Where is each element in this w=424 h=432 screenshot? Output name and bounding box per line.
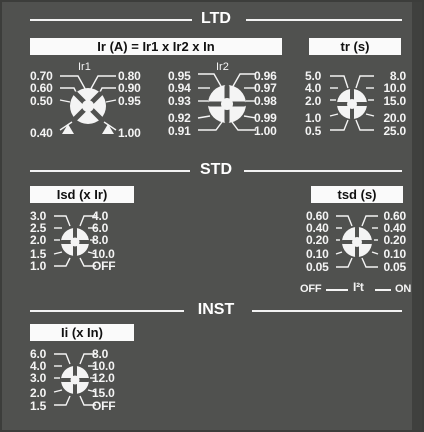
section-std-title: STD: [200, 161, 232, 178]
ii-left-label: 3.0: [30, 371, 47, 385]
tsd-left-label: 0.20: [306, 233, 329, 247]
ir2-left-label: 0.91: [168, 124, 191, 138]
ir2-dial-graphic: [197, 73, 257, 131]
section-ltd-title: LTD: [201, 10, 231, 27]
ir1-left-label: 0.50: [30, 94, 53, 108]
tr-left-label: 0.5: [305, 124, 322, 138]
ir2-left-label: 0.92: [168, 111, 191, 125]
panel-edge: [412, 0, 424, 432]
tsd-footer-on: ON: [395, 283, 412, 295]
footer-dash: [375, 289, 391, 291]
tr-dial-graphic: [329, 75, 375, 131]
ii-dial[interactable]: [53, 350, 97, 410]
ii-left-label: 1.5: [30, 399, 47, 413]
footer-dash: [326, 289, 348, 291]
ir2-left-label: 0.94: [168, 81, 191, 95]
ir2-dial[interactable]: [196, 68, 258, 134]
tr-left-label: 2.0: [305, 94, 322, 108]
section-ltd: LTD: [30, 9, 402, 29]
section-inst-title: INST: [197, 301, 235, 318]
ir1-right-label: 0.90: [118, 81, 141, 95]
ir1-left-label: 0.40: [30, 126, 53, 140]
ir1-left-label: 0.60: [30, 81, 53, 95]
tsd-footer-i2t: I²t: [353, 280, 364, 294]
ir1-dial-graphic: [59, 75, 117, 134]
section-std: STD: [30, 160, 402, 180]
ii-left-label: 2.0: [30, 386, 47, 400]
ir1-right-label: 0.95: [118, 94, 141, 108]
isd-dial-graphic: [53, 215, 97, 267]
tsd-dial[interactable]: [335, 212, 379, 274]
section-inst: INST: [30, 300, 402, 320]
tsd-left-label: 0.05: [306, 260, 329, 274]
ii-header: Ii (x In): [30, 324, 134, 341]
tsd-left-label: 0.10: [306, 247, 329, 261]
tsd-dial-graphic: [335, 215, 379, 268]
isd-left-label: 1.0: [30, 259, 47, 273]
tr-left-label: 4.0: [305, 81, 322, 95]
tr-dial[interactable]: [329, 74, 375, 134]
tr-header: tr (s): [309, 38, 401, 55]
tsd-footer-off: OFF: [300, 283, 322, 295]
ir1-dial[interactable]: [58, 68, 118, 138]
isd-header: Isd (x Ir): [30, 186, 134, 203]
ir-header: Ir (A) = Ir1 x Ir2 x In: [30, 38, 282, 55]
trip-unit-panel: LTD Ir (A) = Ir1 x Ir2 x In tr (s) Ir1 0…: [0, 0, 424, 432]
isd-dial[interactable]: [53, 212, 97, 272]
ir2-left-label: 0.93: [168, 94, 191, 108]
tr-left-label: 1.0: [305, 111, 322, 125]
tsd-header: tsd (s): [311, 186, 403, 203]
isd-left-label: 2.0: [30, 233, 47, 247]
ir1-right-label: 1.00: [118, 126, 141, 140]
ii-dial-graphic: [53, 353, 97, 406]
